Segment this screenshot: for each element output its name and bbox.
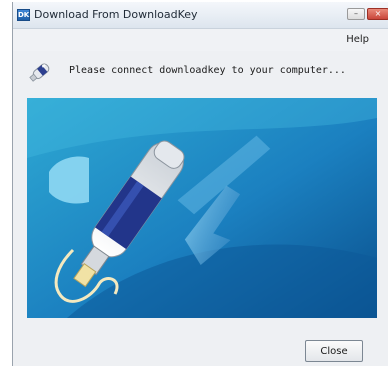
usb-key-icon	[29, 63, 50, 82]
dialog-window: DK Download From DownloadKey – × Help Pl…	[12, 2, 388, 366]
minimize-button[interactable]: –	[347, 8, 365, 20]
status-row: Please connect downloadkey to your compu…	[13, 54, 388, 90]
title-bar[interactable]: DK Download From DownloadKey – ×	[13, 2, 388, 29]
status-message: Please connect downloadkey to your compu…	[69, 65, 346, 76]
window-close-button[interactable]: ×	[367, 8, 388, 20]
window-title: Download From DownloadKey	[34, 8, 198, 21]
close-button[interactable]: Close	[305, 340, 363, 362]
usb-key-connect-illustration	[27, 98, 377, 318]
menu-item-help[interactable]: Help	[346, 34, 369, 45]
app-icon: DK	[17, 9, 30, 21]
menu-bar: Help	[13, 29, 388, 51]
